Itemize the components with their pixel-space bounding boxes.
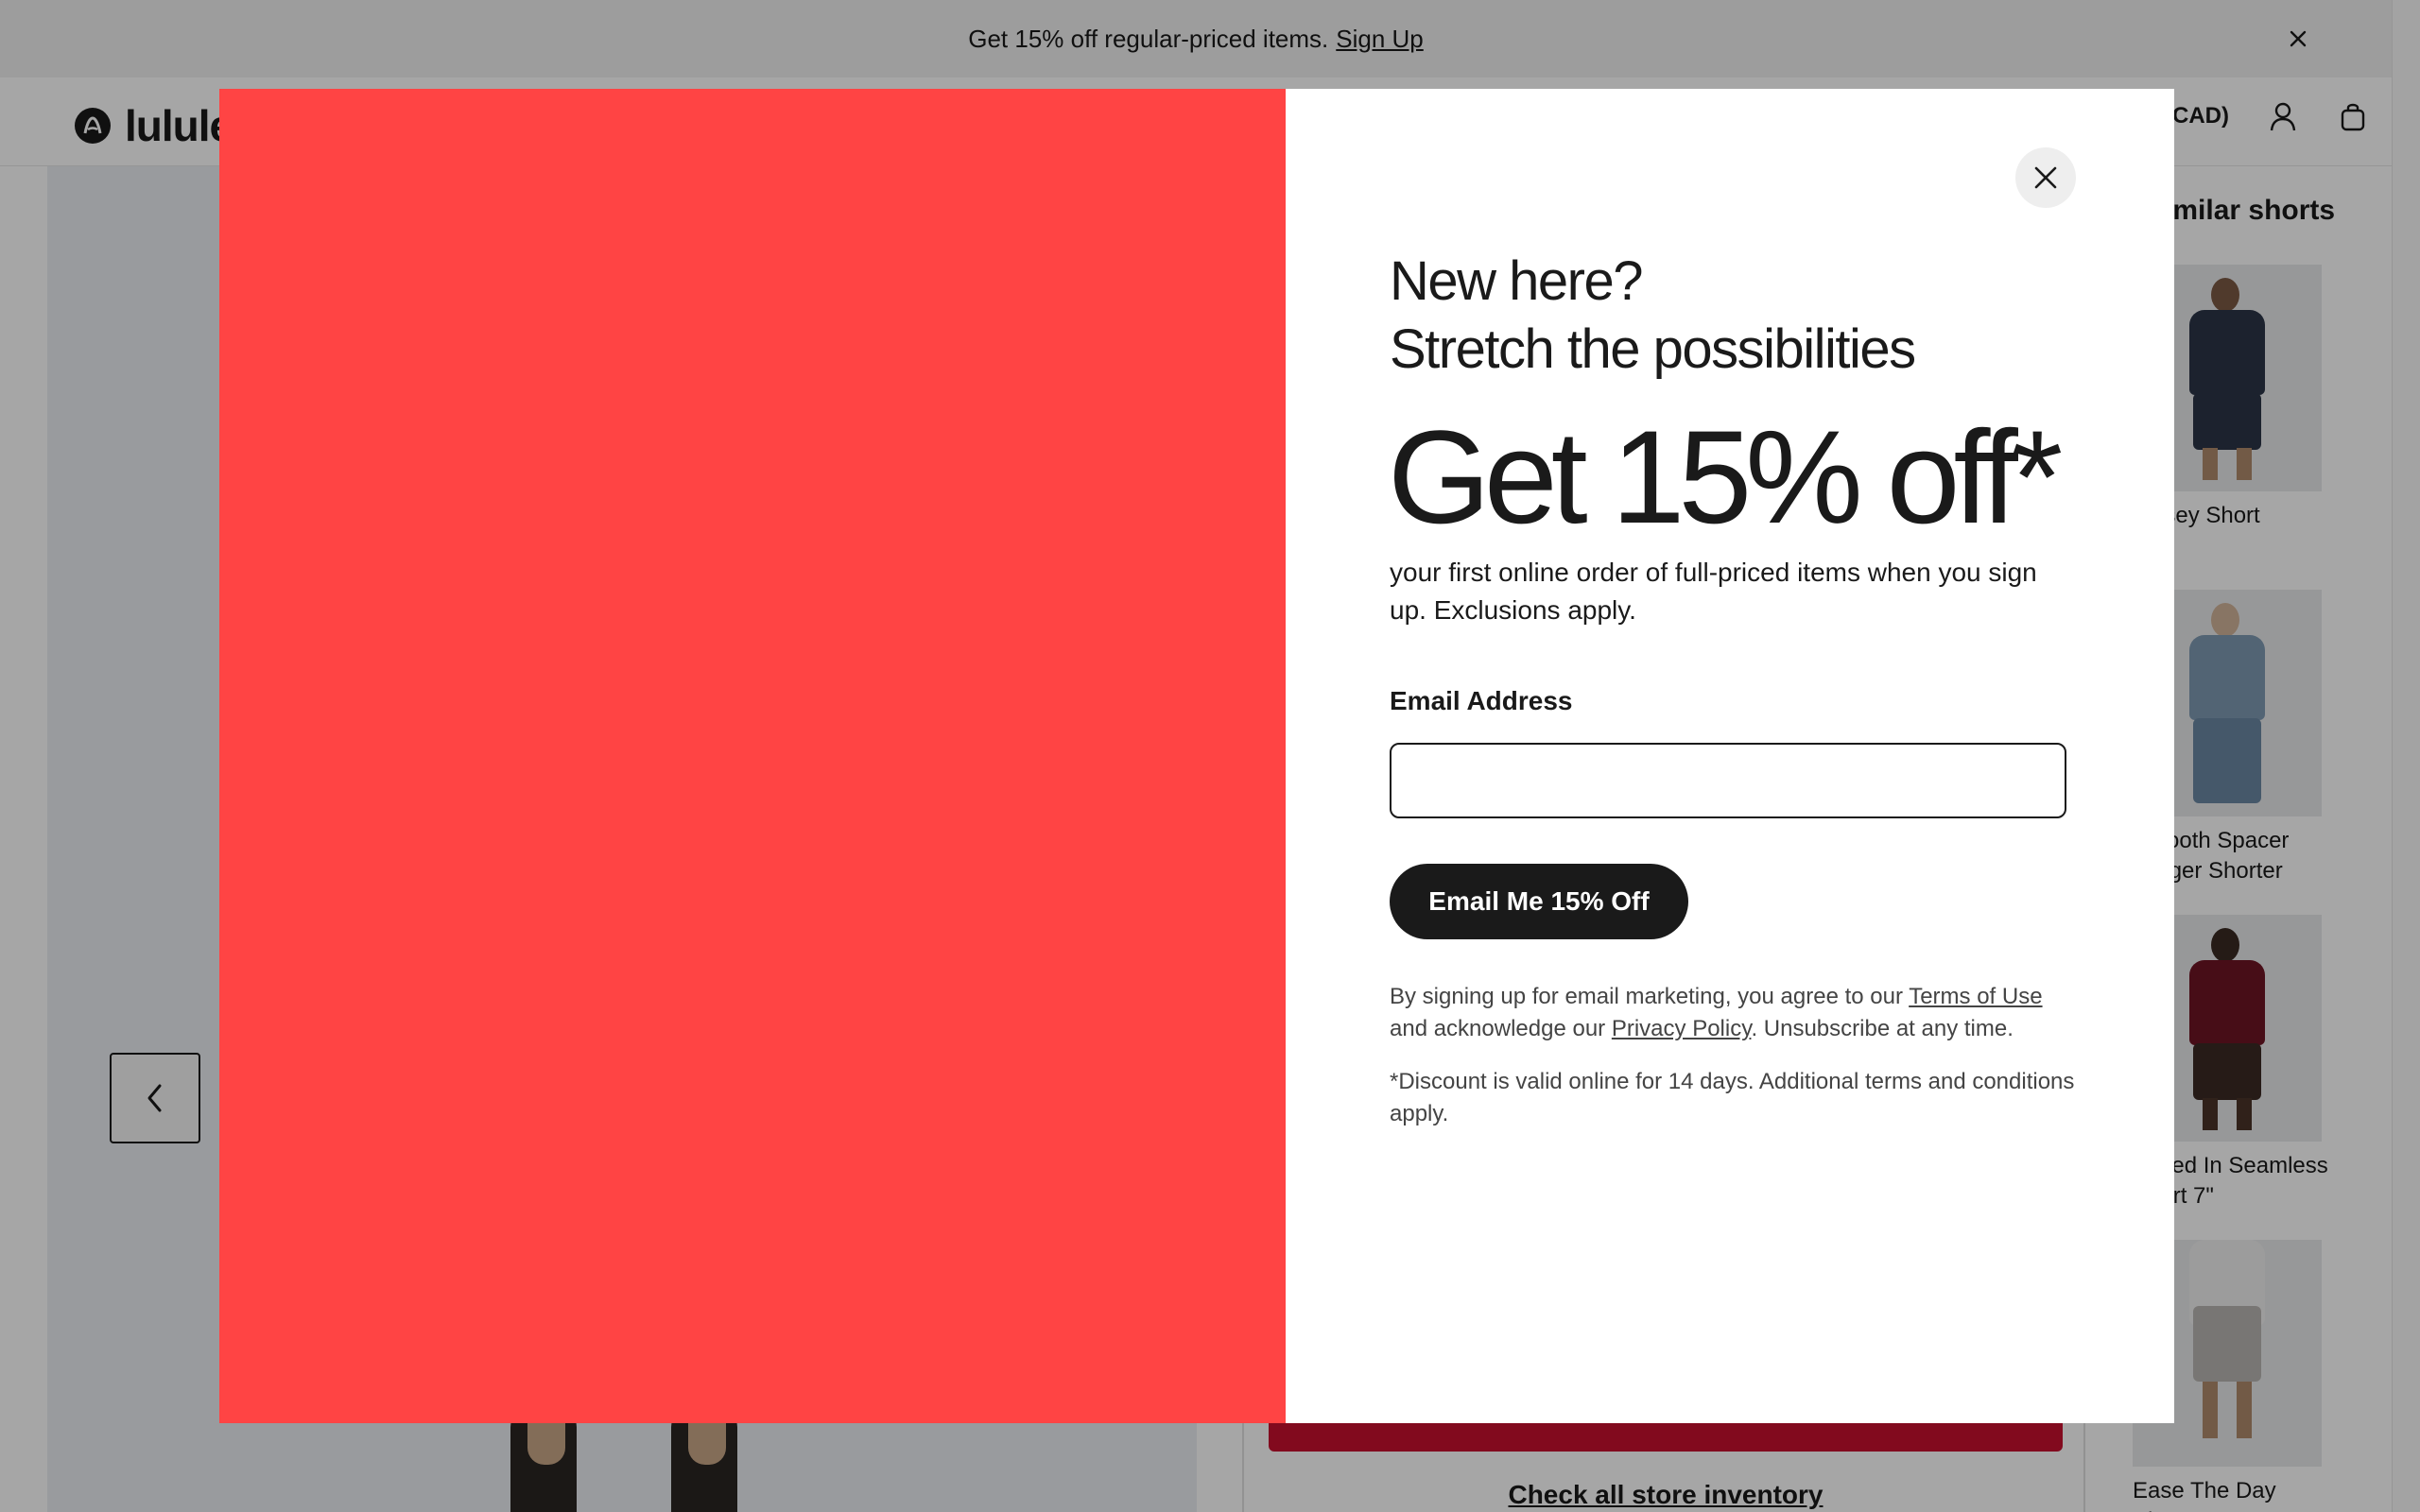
offer-description: your first online order of full-priced i… <box>1390 558 2037 625</box>
headline-line-1: New here? <box>1390 250 1643 312</box>
legal-prefix: By signing up for email marketing, you a… <box>1390 984 1910 1009</box>
close-icon <box>2034 166 2057 189</box>
legal-text: By signing up for email marketing, you a… <box>1390 981 2080 1045</box>
modal-close-button[interactable] <box>2015 147 2076 208</box>
modal-artwork <box>219 89 1286 1423</box>
modal-content: New here? Stretch the possibilities Get … <box>1286 89 2174 1423</box>
legal-middle: and acknowledge our <box>1390 1016 1612 1041</box>
modal-headline: New here? Stretch the possibilities <box>1390 248 1916 384</box>
legal-suffix: . Unsubscribe at any time. <box>1751 1016 2014 1041</box>
discount-disclaimer: *Discount is valid online for 14 days. A… <box>1390 1069 2075 1126</box>
privacy-link[interactable]: Privacy Policy <box>1612 1016 1752 1041</box>
offer-title: Get 15% off* <box>1388 403 2063 551</box>
headline-line-2: Stretch the possibilities <box>1390 318 1916 380</box>
email-input[interactable] <box>1390 743 2066 818</box>
email-label: Email Address <box>1390 686 1573 715</box>
email-submit-button[interactable]: Email Me 15% Off <box>1390 864 1688 939</box>
terms-link[interactable]: Terms of Use <box>1909 984 2042 1009</box>
signup-modal: New here? Stretch the possibilities Get … <box>219 89 2174 1423</box>
